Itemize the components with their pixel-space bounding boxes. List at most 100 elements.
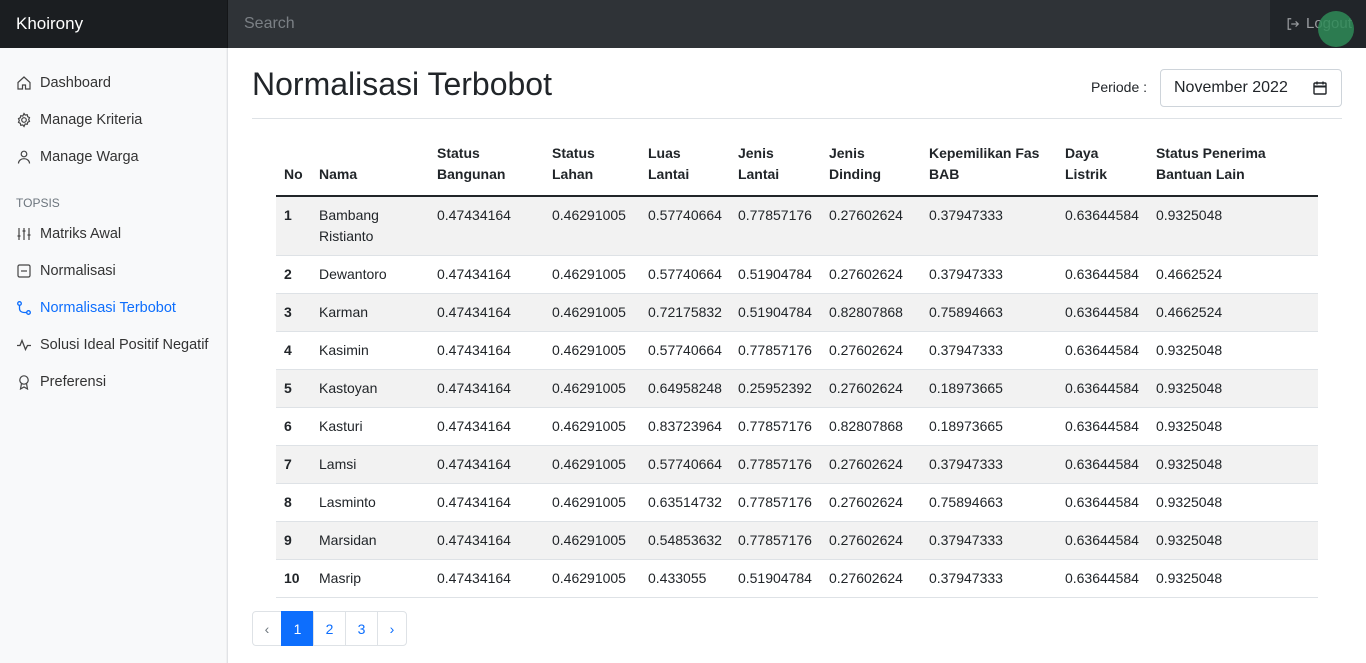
cell-value: 0.9325048	[1147, 559, 1318, 598]
cell-no: 6	[276, 407, 311, 446]
cell-value: 0.46291005	[544, 293, 640, 332]
cell-value: 0.83723964	[640, 407, 730, 446]
cell-no: 5	[276, 369, 311, 408]
sidebar-item-matriks-awal[interactable]: Matriks Awal	[0, 215, 227, 252]
cell-value: 0.46291005	[544, 559, 640, 598]
table-row: 9 Marsidan 0.47434164 0.46291005 0.54853632 0…	[276, 521, 1318, 560]
table-row: 5 Kastoyan 0.47434164 0.46291005 0.64958248 0…	[276, 369, 1318, 408]
table-row: 7 Lamsi 0.47434164 0.46291005 0.57740664 0.77…	[276, 445, 1318, 484]
cell-no: 1	[276, 196, 311, 256]
sidebar-item-label: Solusi Ideal Positif Negatif	[40, 336, 209, 353]
cell-value: 0.4662524	[1147, 255, 1318, 294]
sidebar-item-label: Dashboard	[40, 74, 111, 91]
pagination-page-2[interactable]: 2	[313, 611, 346, 646]
cell-value: 0.63644584	[1056, 407, 1148, 446]
cell-value: 0.47434164	[429, 483, 544, 522]
table-row: 8 Lasminto 0.47434164 0.46291005 0.63514732 0…	[276, 483, 1318, 522]
col-header-no: No	[276, 140, 311, 197]
cell-value: 0.46291005	[544, 445, 640, 484]
brand-logo[interactable]: Khoirony	[0, 0, 228, 48]
sidebar-item-preferensi[interactable]: Preferensi	[0, 363, 227, 400]
top-navbar: Khoirony Logout	[0, 0, 1366, 48]
pagination-page-1[interactable]: 1	[281, 611, 314, 646]
periode-month-input[interactable]: November 2022	[1160, 69, 1342, 107]
cell-value: 0.9325048	[1147, 331, 1318, 370]
pagination-prev-button[interactable]: ‹	[252, 611, 282, 646]
cell-no: 3	[276, 293, 311, 332]
calendar-icon[interactable]	[1313, 81, 1327, 95]
document-icon	[16, 263, 32, 279]
cell-no: 2	[276, 255, 311, 294]
cell-value: 0.37947333	[920, 559, 1057, 598]
cell-value: 0.27602624	[820, 196, 921, 256]
cell-value: 0.47434164	[429, 255, 544, 294]
pagination-page-3[interactable]: 3	[345, 611, 378, 646]
sidebar-item-dashboard[interactable]: Dashboard	[0, 64, 227, 101]
cell-value: 0.47434164	[429, 559, 544, 598]
cell-value: 0.57740664	[640, 196, 730, 256]
col-header-luas-lantai: Luas Lantai	[640, 140, 730, 197]
cell-value: 0.47434164	[429, 293, 544, 332]
cell-value: 0.72175832	[640, 293, 730, 332]
cursor-highlight	[1318, 11, 1354, 47]
sidebar-item-manage-warga[interactable]: Manage Warga	[0, 138, 227, 175]
cell-value: 0.63644584	[1056, 521, 1148, 560]
cell-value: 0.27602624	[820, 255, 921, 294]
cell-nama: Masrip	[311, 559, 429, 598]
table-row: 6 Kasturi 0.47434164 0.46291005 0.83723964 0.…	[276, 407, 1318, 446]
table-row: 2 Dewantoro 0.47434164 0.46291005 0.57740664…	[276, 255, 1318, 294]
cell-value: 0.46291005	[544, 407, 640, 446]
cell-nama: Kasturi	[311, 407, 429, 446]
sidebar-item-manage-kriteria[interactable]: Manage Kriteria	[0, 101, 227, 138]
cell-no: 4	[276, 331, 311, 370]
cell-value: 0.9325048	[1147, 483, 1318, 522]
cell-nama: Marsidan	[311, 521, 429, 560]
sidebar: Dashboard Manage Kriteria Manage Warga T…	[0, 48, 228, 663]
logout-icon	[1287, 18, 1300, 30]
table-header-row: No Nama Status Bangunan Status Lahan Luas L…	[276, 140, 1318, 197]
cell-value: 0.77857176	[729, 196, 821, 256]
pagination-next-button[interactable]: ›	[377, 611, 407, 646]
cell-value: 0.46291005	[544, 483, 640, 522]
cell-value: 0.82807868	[820, 293, 921, 332]
cell-value: 0.47434164	[429, 445, 544, 484]
cell-value: 0.37947333	[920, 521, 1057, 560]
cell-value: 0.27602624	[820, 559, 921, 598]
cell-value: 0.63644584	[1056, 196, 1148, 256]
sidebar-item-label: Normalisasi	[40, 262, 116, 279]
sidebar-item-label: Manage Kriteria	[40, 111, 143, 128]
cell-value: 0.64958248	[640, 369, 730, 408]
person-icon	[16, 149, 32, 165]
cell-value: 0.63644584	[1056, 369, 1148, 408]
cell-value: 0.9325048	[1147, 407, 1318, 446]
cell-value: 0.77857176	[729, 483, 821, 522]
cell-nama: Kastoyan	[311, 369, 429, 408]
sidebar-item-solusi-ideal[interactable]: Solusi Ideal Positif Negatif	[0, 326, 227, 363]
cell-value: 0.47434164	[429, 407, 544, 446]
search-input[interactable]	[228, 0, 1270, 48]
cell-value: 0.63514732	[640, 483, 730, 522]
cell-value: 0.27602624	[820, 521, 921, 560]
col-header-nama: Nama	[311, 140, 429, 197]
col-header-jenis-lantai: Jenis Lantai	[729, 140, 821, 197]
cell-no: 9	[276, 521, 311, 560]
table-row: 3 Karman 0.47434164 0.46291005 0.72175832 0.5…	[276, 293, 1318, 332]
cell-nama: Karman	[311, 293, 429, 332]
cell-value: 0.46291005	[544, 331, 640, 370]
cell-value: 0.27602624	[820, 369, 921, 408]
cell-value: 0.51904784	[729, 559, 821, 598]
sidebar-item-normalisasi[interactable]: Normalisasi	[0, 252, 227, 289]
sidebar-item-normalisasi-terbobot[interactable]: Normalisasi Terbobot	[0, 289, 227, 326]
cell-value: 0.27602624	[820, 331, 921, 370]
home-icon	[16, 75, 32, 91]
cell-value: 0.37947333	[920, 196, 1057, 256]
cell-value: 0.63644584	[1056, 331, 1148, 370]
activity-icon	[16, 337, 32, 353]
cell-nama: Lasminto	[311, 483, 429, 522]
main-content: Normalisasi Terbobot Periode : November …	[252, 48, 1342, 598]
cell-value: 0.18973665	[920, 369, 1057, 408]
route-icon	[16, 300, 32, 316]
cell-value: 0.37947333	[920, 445, 1057, 484]
cell-value: 0.27602624	[820, 445, 921, 484]
sidebar-item-label: Matriks Awal	[40, 225, 122, 242]
